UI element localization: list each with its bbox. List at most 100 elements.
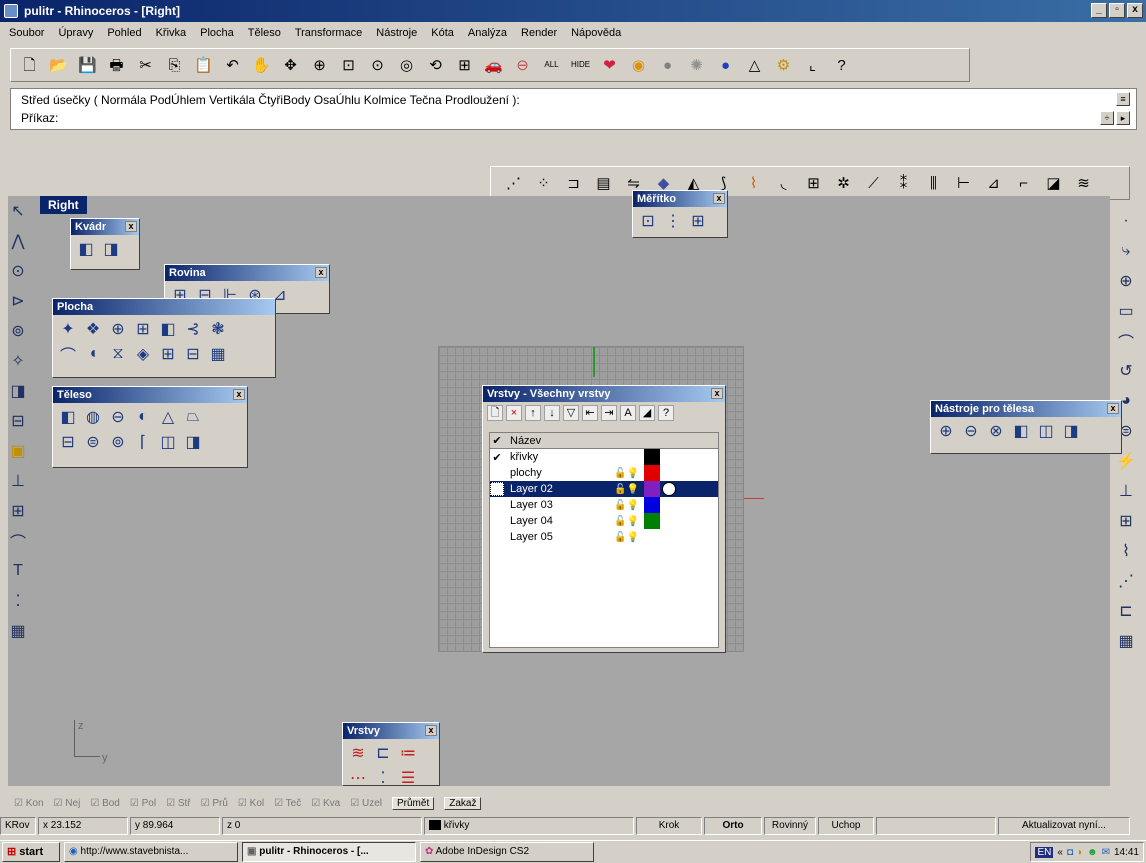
ellipse-tool-icon[interactable]: ⊚ [7, 321, 29, 341]
sweep-icon[interactable]: ⌇ [741, 171, 766, 196]
close-icon[interactable]: x [315, 267, 327, 278]
save-icon[interactable]: 💾 [75, 53, 100, 78]
box-outline-icon[interactable]: ⊏ [1115, 601, 1137, 621]
speaker-icon[interactable]: ◗ [1077, 847, 1083, 858]
layer-name[interactable]: Layer 04 [504, 515, 614, 527]
srf-network-icon[interactable]: ⧖ [107, 343, 129, 365]
surface-tool-icon[interactable]: ✧ [7, 351, 29, 371]
options-gear-icon[interactable]: ⚙ [771, 53, 796, 78]
cap-holes-icon[interactable]: ◧ [1010, 420, 1032, 442]
undo-icon[interactable]: ↶ [220, 53, 245, 78]
solid-cone-icon[interactable]: △ [157, 406, 179, 428]
srf-patch-icon[interactable]: ❃ [207, 318, 229, 340]
rectangle-grid-icon[interactable]: ▤ [591, 171, 616, 196]
solid-torus-icon[interactable]: ⊚ [107, 431, 129, 453]
scale-1d-icon[interactable]: ⋮ [662, 210, 684, 232]
help-icon[interactable]: ? [829, 53, 854, 78]
restore-button[interactable]: ▫ [1109, 3, 1125, 18]
curve-edit-icon[interactable]: ⤷ [1115, 241, 1137, 261]
solid-slab-icon[interactable]: ◨ [182, 431, 204, 453]
extract-surface-icon[interactable]: ◫ [1035, 420, 1057, 442]
layer-list-icon[interactable]: ☰ [397, 767, 419, 789]
close-button[interactable]: x [1127, 3, 1143, 18]
zoom-window-icon[interactable]: ⊡ [336, 53, 361, 78]
menu-transformace[interactable]: Transformace [294, 27, 363, 39]
layer-row[interactable]: Layer 05 🔓💡 [490, 529, 718, 545]
layer-color-swatch[interactable] [644, 481, 660, 497]
plocha-panel-title[interactable]: Plocha [53, 299, 275, 315]
move-up-icon[interactable]: ↑ [525, 405, 541, 421]
menu-nastroje[interactable]: Nástroje [375, 27, 418, 39]
close-icon[interactable]: x [1107, 403, 1119, 414]
lock-bulb-icon[interactable]: 🔓💡 [614, 516, 644, 527]
layer-row[interactable]: Layer 03 🔓💡 [490, 497, 718, 513]
shade-icon[interactable]: ❤ [597, 53, 622, 78]
cylinder-tool-icon[interactable]: ⊟ [7, 411, 29, 431]
layer-off-icon[interactable]: ⋯ [347, 767, 369, 789]
explode-icon[interactable]: ⊢ [951, 171, 976, 196]
minimize-button[interactable]: _ [1091, 3, 1107, 18]
car-icon[interactable]: 🚗 [481, 53, 506, 78]
circle-tool-icon[interactable]: ⊙ [7, 261, 29, 281]
snap-nej[interactable]: ☑ Nej [54, 798, 81, 809]
join-icon[interactable]: ⫼ [921, 171, 946, 196]
rotate-view-icon[interactable]: ✥ [278, 53, 303, 78]
task-rhinoceros[interactable]: ▣ pulitr - Rhinoceros - [... [242, 842, 416, 862]
srf-blend-icon[interactable]: ◈ [132, 343, 154, 365]
expand-icon[interactable]: ⇥ [601, 405, 617, 421]
solid-cylinder-icon[interactable]: ⊟ [57, 431, 79, 453]
lock-bulb-icon[interactable]: 🔓💡 [614, 484, 644, 495]
zoom-extents-icon[interactable]: ⊙ [365, 53, 390, 78]
srf-points-icon[interactable]: ✦ [57, 318, 79, 340]
srf-plane-icon[interactable]: ⊞ [157, 343, 179, 365]
command-spin-button[interactable]: ÷ [1100, 111, 1114, 125]
text-icon[interactable]: ⌐ [1011, 171, 1036, 196]
layer-row[interactable]: Layer 04 🔓💡 [490, 513, 718, 529]
revolve-icon[interactable]: ⊕ [1115, 271, 1137, 291]
points-icon[interactable]: ⁘ [531, 171, 556, 196]
collapse-icon[interactable]: ⇤ [582, 405, 598, 421]
layer-color-swatch[interactable] [644, 449, 660, 465]
solid-paraboloid-icon[interactable]: ◐ [132, 406, 154, 428]
delete-layer-icon[interactable]: × [506, 405, 522, 421]
curve-tool-icon[interactable]: ⊳ [7, 291, 29, 311]
solid-truncated-cone-icon[interactable]: ⏢ [182, 406, 204, 428]
layer-color-swatch[interactable] [644, 529, 660, 545]
show-all-icon[interactable]: ALL [539, 53, 564, 78]
menu-plocha[interactable]: Plocha [199, 27, 235, 39]
layer-stack-icon[interactable]: ≋ [347, 742, 369, 764]
zoom-icon[interactable]: ⊕ [307, 53, 332, 78]
lock-bulb-icon[interactable]: 🔓💡 [614, 532, 644, 543]
language-indicator[interactable]: EN [1035, 846, 1054, 858]
filter-icon[interactable]: ▽ [563, 405, 579, 421]
analyze-icon[interactable]: ◪ [1041, 171, 1066, 196]
layer-color-swatch[interactable] [644, 465, 660, 481]
update-now-button[interactable]: Aktualizovat nyní... [998, 817, 1130, 835]
new-layer-icon[interactable]: 🗋 [487, 405, 503, 421]
srf-sweep2-icon[interactable]: ◖ [82, 343, 104, 365]
layer-color-swatch[interactable] [644, 513, 660, 529]
box-corner-icon[interactable]: ◨ [100, 238, 122, 260]
tray-expand-icon[interactable]: « [1057, 847, 1063, 858]
point-edit-icon[interactable]: ⋰ [1115, 571, 1137, 591]
dimension-icon[interactable]: ⊿ [981, 171, 1006, 196]
srf-loft-icon[interactable]: ⊞ [132, 318, 154, 340]
snap-tec[interactable]: ☑ Teč [274, 798, 301, 809]
layer-name[interactable]: plochy [504, 467, 614, 479]
snap-pru[interactable]: ☑ Prů [201, 798, 228, 809]
current-layer[interactable]: křivky [424, 817, 634, 835]
boolean-intersection-icon[interactable]: ⊗ [985, 420, 1007, 442]
close-icon[interactable]: x [425, 725, 437, 736]
srf-edge-icon[interactable]: ❖ [82, 318, 104, 340]
cplane-indicator[interactable]: KRov [0, 817, 36, 835]
array-icon[interactable]: ⊞ [801, 171, 826, 196]
open-folder-icon[interactable]: 📂 [46, 53, 71, 78]
uchop-toggle[interactable]: Uchop [818, 817, 874, 835]
color-wheel-icon[interactable]: ◉ [626, 53, 651, 78]
messenger-icon[interactable]: ☻ [1087, 847, 1098, 858]
layer-color-swatch[interactable] [644, 497, 660, 513]
fillet-edge-icon[interactable]: ◨ [1060, 420, 1082, 442]
undo-view-icon[interactable]: ⟲ [423, 53, 448, 78]
hook-icon[interactable]: ↺ [1115, 361, 1137, 381]
meritko-panel-title[interactable]: Měřítko x [633, 191, 727, 207]
